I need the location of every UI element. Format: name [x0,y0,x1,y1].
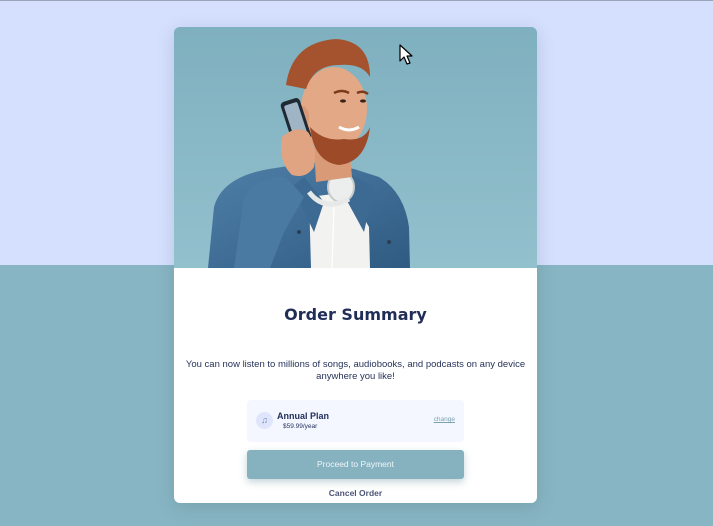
proceed-to-payment-button[interactable]: Proceed to Payment [247,450,464,479]
plan-name: Annual Plan [277,411,330,421]
plan-box: ♫ Annual Plan $59.99/year change [247,400,464,442]
cancel-order-button[interactable]: Cancel Order [174,488,537,498]
man-on-phone-photo [174,27,537,268]
music-note-icon: ♫ [256,412,273,429]
plan-price: $59.99/year [283,423,318,430]
order-summary-card: Order Summary You can now listen to mill… [174,27,537,503]
change-plan-link[interactable]: change [434,416,455,423]
page-title: Order Summary [284,305,427,324]
hero-image [174,27,537,268]
order-description: You can now listen to millions of songs,… [185,359,526,382]
arrow-cursor-icon [399,44,413,65]
